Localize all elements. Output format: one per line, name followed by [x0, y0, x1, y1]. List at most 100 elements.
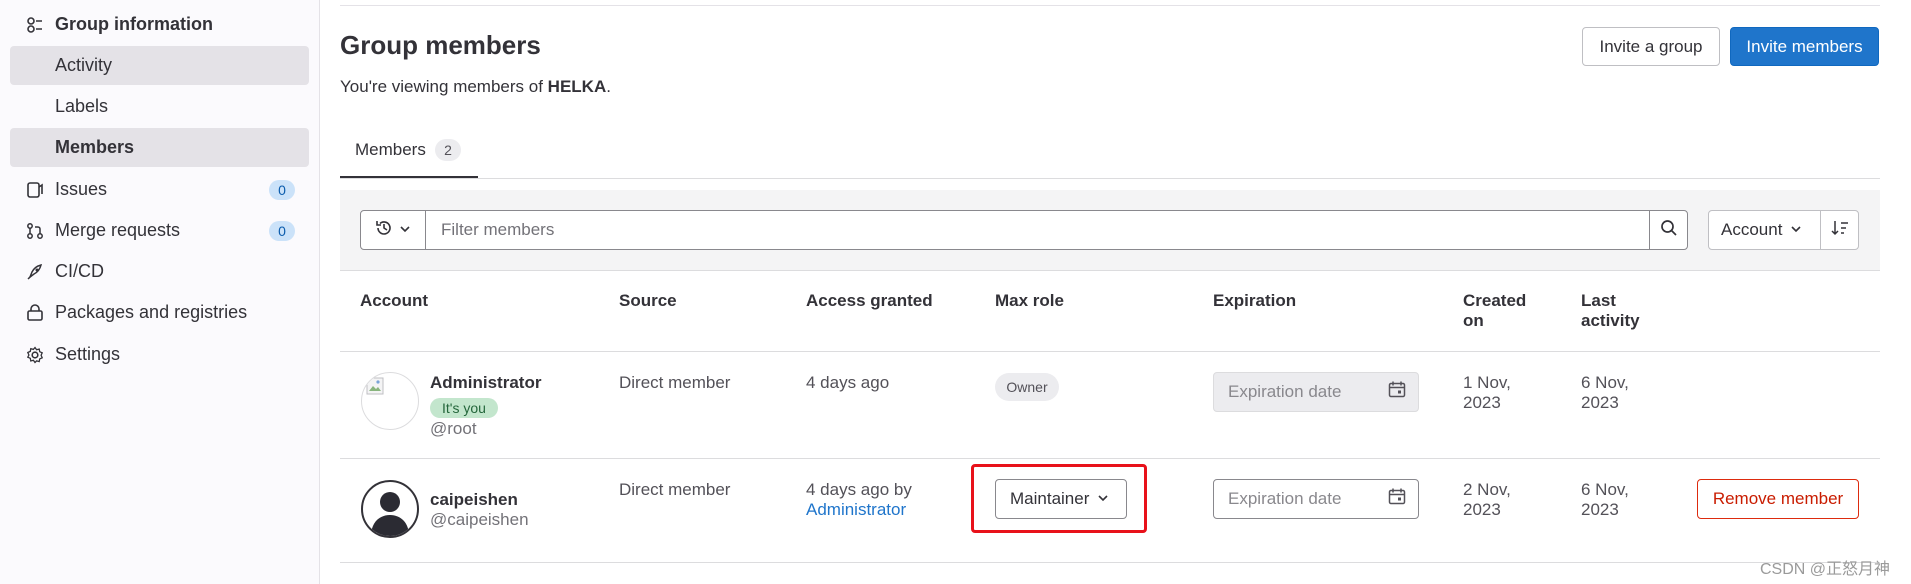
- sidebar-item-members[interactable]: Members: [10, 128, 309, 167]
- access-granted-text: 4 days ago by: [806, 480, 912, 499]
- created-on-date: 1 Nov,: [1463, 373, 1511, 392]
- sidebar-item-label: Settings: [55, 344, 121, 364]
- merge-requests-count-badge: 0: [269, 220, 295, 241]
- top-divider: [340, 5, 1880, 6]
- column-header-max-role: Max role: [995, 291, 1064, 310]
- expiration-placeholder: Expiration date: [1228, 382, 1342, 401]
- sidebar-item-cicd[interactable]: CI/CD: [10, 252, 309, 291]
- sidebar-item-settings[interactable]: Settings: [10, 335, 309, 374]
- search-icon: [1660, 219, 1678, 242]
- role-badge: Owner: [995, 373, 1059, 401]
- created-on-year: 2023: [1463, 500, 1501, 519]
- settings-icon: [24, 344, 46, 366]
- sidebar-item-packages[interactable]: Packages and registries: [10, 293, 309, 332]
- filter-members-input[interactable]: Filter members: [425, 210, 1650, 250]
- column-header-last-activity: Last activity: [1581, 291, 1640, 331]
- created-on-year: 2023: [1463, 393, 1501, 412]
- its-you-badge: It's you: [430, 398, 498, 418]
- watermark: CSDN @正怒月神: [1760, 561, 1891, 578]
- last-activity-date: 6 Nov,: [1581, 480, 1629, 499]
- subtitle-prefix: You're viewing members of: [340, 77, 548, 96]
- sidebar-item-label: Merge requests: [55, 220, 181, 240]
- invite-group-button[interactable]: Invite a group: [1582, 27, 1720, 66]
- tabs-divider: [340, 178, 1880, 179]
- member-source: Direct member: [619, 480, 731, 499]
- invite-members-button[interactable]: Invite members: [1730, 27, 1879, 66]
- broken-image-icon: [366, 377, 384, 400]
- tab-count-badge: 2: [435, 139, 461, 161]
- column-header-line: activity: [1581, 311, 1640, 330]
- column-header-account: Account: [360, 291, 428, 310]
- sidebar-item-label: Labels: [55, 96, 109, 116]
- history-icon: [375, 219, 393, 242]
- sidebar-item-label: Members: [55, 137, 135, 157]
- column-header-expiration: Expiration: [1213, 291, 1297, 310]
- row-divider: [340, 458, 1880, 459]
- sidebar-item-group-information[interactable]: Group information: [10, 5, 309, 44]
- issues-icon: [24, 179, 46, 201]
- column-header-line: Last: [1581, 291, 1616, 310]
- filter-placeholder: Filter members: [441, 220, 555, 239]
- sort-direction-button[interactable]: [1820, 210, 1859, 250]
- sidebar-item-issues[interactable]: Issues 0: [10, 170, 309, 209]
- expiration-date-input[interactable]: Expiration date: [1213, 479, 1419, 519]
- chevron-down-icon: [399, 220, 411, 240]
- last-activity-date: 6 Nov,: [1581, 373, 1629, 392]
- created-on-date: 2 Nov,: [1463, 480, 1511, 499]
- group-icon: [24, 14, 46, 36]
- issues-count-badge: 0: [269, 179, 295, 200]
- last-activity: 6 Nov, 2023: [1581, 480, 1629, 520]
- created-on: 1 Nov, 2023: [1463, 373, 1511, 413]
- group-name: HELKA: [547, 77, 607, 96]
- last-activity-year: 2023: [1581, 500, 1619, 519]
- highlight-box: [971, 464, 1147, 533]
- created-on: 2 Nov, 2023: [1463, 480, 1511, 520]
- sidebar-item-label: Issues: [55, 179, 108, 199]
- sidebar-item-merge-requests[interactable]: Merge requests 0: [10, 211, 309, 250]
- member-source: Direct member: [619, 373, 731, 392]
- tab-members[interactable]: Members 2: [340, 128, 478, 179]
- avatar: [361, 480, 419, 538]
- column-header-created-on: Created on: [1463, 291, 1526, 331]
- member-name[interactable]: caipeishen: [430, 490, 518, 510]
- sidebar: Group information Activity Labels Member…: [0, 0, 320, 584]
- remove-member-button[interactable]: Remove member: [1697, 479, 1859, 519]
- expiration-date-input: Expiration date: [1213, 372, 1419, 412]
- sidebar-item-labels[interactable]: Labels: [10, 87, 309, 126]
- search-button[interactable]: [1649, 210, 1688, 250]
- sidebar-item-activity[interactable]: Activity: [10, 46, 309, 85]
- access-granted: 4 days ago: [806, 373, 890, 392]
- column-header-source: Source: [619, 291, 677, 310]
- sidebar-item-label: Group information: [55, 14, 213, 34]
- tab-label: Members: [355, 140, 426, 159]
- row-divider: [340, 351, 1880, 352]
- member-name[interactable]: Administrator: [430, 373, 541, 393]
- user-silhouette-icon: [363, 492, 417, 536]
- merge-request-icon: [24, 220, 46, 242]
- expiration-placeholder: Expiration date: [1228, 489, 1342, 508]
- chevron-down-icon: [1790, 220, 1802, 240]
- recent-searches-button[interactable]: [360, 210, 426, 250]
- sort-label: Account: [1721, 220, 1783, 239]
- sidebar-item-label: Packages and registries: [55, 302, 248, 322]
- row-divider: [340, 562, 1880, 563]
- last-activity-year: 2023: [1581, 393, 1619, 412]
- calendar-icon: [1388, 488, 1406, 511]
- subtitle-suffix: .: [606, 77, 611, 96]
- rocket-icon: [24, 261, 46, 283]
- access-granted: 4 days ago by Administrator: [806, 480, 912, 520]
- sort-lowest-icon: [1830, 219, 1850, 242]
- sidebar-item-label: Activity: [55, 55, 113, 75]
- member-username: @root: [430, 419, 477, 438]
- page-subtitle: You're viewing members of HELKA.: [340, 77, 611, 97]
- sort-by-dropdown[interactable]: Account: [1708, 210, 1821, 250]
- calendar-icon: [1388, 381, 1406, 404]
- avatar: [361, 372, 419, 430]
- column-header-line: Created: [1463, 291, 1527, 310]
- granted-by-link[interactable]: Administrator: [806, 500, 912, 520]
- sidebar-item-label: CI/CD: [55, 261, 104, 281]
- page-title: Group members: [340, 30, 541, 60]
- package-icon: [24, 302, 46, 324]
- last-activity: 6 Nov, 2023: [1581, 373, 1629, 413]
- column-header-line: on: [1463, 311, 1484, 330]
